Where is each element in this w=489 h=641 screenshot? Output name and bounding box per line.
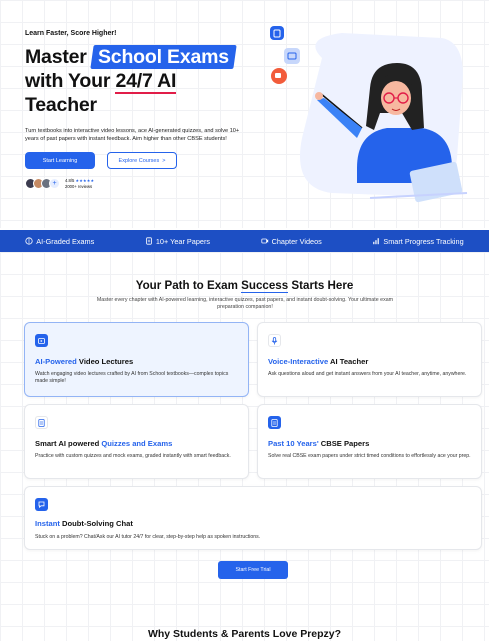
bar-chart-icon xyxy=(373,238,380,245)
path-section: Your Path to Exam Success Starts Here Ma… xyxy=(0,252,489,641)
avatar-plus: + xyxy=(49,178,60,189)
section-subtitle: Master every chapter with AI-powered lea… xyxy=(96,297,394,310)
feature-year-papers: 10+ Year Papers xyxy=(145,237,210,246)
hero-text: Learn Faster, Score Higher! Master Schoo… xyxy=(25,30,260,189)
card-title-rest: CBSE Papers xyxy=(318,439,370,448)
hero-title-part1: Master xyxy=(25,46,92,68)
card-title-rest: Video Lectures xyxy=(76,357,134,366)
card-title-highlight: Voice-Interactive xyxy=(268,357,329,366)
title-underlined: Success xyxy=(241,279,289,293)
card-title-rest: AI Teacher xyxy=(328,357,369,366)
chevron-right-icon: > xyxy=(162,157,166,164)
title-before: Your Path to Exam xyxy=(135,279,242,292)
title-after: Starts Here xyxy=(288,279,354,292)
document-icon xyxy=(146,237,152,245)
paper-icon xyxy=(268,416,281,429)
feature-chapter-videos: Chapter Videos xyxy=(261,237,322,246)
card-video-lectures[interactable]: AI-Powered Video Lectures Watch engaging… xyxy=(24,322,249,397)
explore-courses-label: Explore Courses xyxy=(118,157,160,164)
hero-title-highlight: School Exams xyxy=(90,45,237,69)
video-icon xyxy=(35,334,48,347)
card-title-rest: Doubt-Solving Chat xyxy=(59,519,133,528)
card-cbse-papers[interactable]: Past 10 Years' CBSE Papers Solve real CB… xyxy=(257,404,482,479)
feature-label: Chapter Videos xyxy=(271,236,322,246)
hero-cta-row: Start Learning Explore Courses > xyxy=(25,152,260,169)
chat-icon xyxy=(35,498,48,511)
start-free-trial-button[interactable]: Start Free Trial xyxy=(218,561,288,579)
feature-progress-tracking: Smart Progress Tracking xyxy=(372,236,464,246)
student-illustration xyxy=(270,26,468,203)
card-description: Solve real CBSE exam papers under strict… xyxy=(268,453,471,459)
hero-title: Master School Exams with Your 24/7 AI Te… xyxy=(25,45,260,117)
star-icon: ★★★★★ xyxy=(75,178,95,183)
hero-section: Learn Faster, Score Higher! Master Schoo… xyxy=(0,0,489,228)
feature-bar: AI-Graded Exams 10+ Year Papers Chapter … xyxy=(0,230,489,252)
rating-value: 4.8/5 xyxy=(65,178,75,183)
quiz-icon xyxy=(35,416,48,429)
card-voice-teacher[interactable]: Voice-Interactive AI Teacher Ask questio… xyxy=(257,322,482,397)
section-title: Your Path to Exam Success Starts Here xyxy=(0,279,489,293)
hero-title-part3: Teacher xyxy=(25,94,97,116)
card-title-highlight: Instant xyxy=(35,519,60,528)
card-title-rest: Smart AI powered xyxy=(35,439,102,448)
card-description: Practice with custom quizzes and mock ex… xyxy=(35,453,231,459)
card-doubt-chat[interactable]: Instant Doubt-Solving Chat Stuck on a pr… xyxy=(24,486,482,550)
card-title: AI-Powered Video Lectures xyxy=(35,357,133,366)
review-count: 2000+ reviews xyxy=(65,183,93,189)
brain-icon xyxy=(25,237,33,245)
card-title: Past 10 Years' CBSE Papers xyxy=(268,439,369,448)
document-icon xyxy=(270,26,284,40)
card-title: Instant Doubt-Solving Chat xyxy=(35,519,133,528)
video-icon xyxy=(261,238,268,244)
card-title-highlight: AI-Powered xyxy=(35,357,77,366)
explore-courses-button[interactable]: Explore Courses > xyxy=(107,152,177,169)
card-description: Ask questions aloud and get instant answ… xyxy=(268,371,467,377)
card-title-highlight: Quizzes and Exams xyxy=(101,439,173,448)
why-section-title: Why Students & Parents Love Prepzy? xyxy=(147,628,342,640)
card-description: Stuck on a problem? Chat/Ask our AI tuto… xyxy=(35,534,261,540)
card-title: Smart AI powered Quizzes and Exams xyxy=(35,439,172,448)
feature-label: AI-Graded Exams xyxy=(36,236,95,246)
card-title-highlight: Past 10 Years' xyxy=(268,439,319,448)
robot-icon xyxy=(284,48,300,64)
feature-label: 10+ Year Papers xyxy=(155,236,211,246)
card-quizzes-exams[interactable]: Smart AI powered Quizzes and Exams Pract… xyxy=(24,404,249,479)
feature-label: Smart Progress Tracking xyxy=(383,236,464,246)
social-proof: + 4.8/5 ★★★★★ 2000+ reviews xyxy=(25,178,260,189)
hero-title-underline: 24/7 AI xyxy=(115,70,177,94)
card-description: Watch engaging video lectures crafted by… xyxy=(35,371,229,384)
avatar-group: + xyxy=(25,178,60,189)
highlight-text: School Exams xyxy=(97,46,229,68)
feature-ai-graded-exams: AI-Graded Exams xyxy=(25,237,94,246)
microphone-icon xyxy=(268,334,281,347)
hero-tagline: Learn Faster, Score Higher! xyxy=(25,30,117,37)
card-title: Voice-Interactive AI Teacher xyxy=(268,357,368,366)
hero-title-part2: with Your xyxy=(25,70,116,92)
rating-block: 4.8/5 ★★★★★ 2000+ reviews xyxy=(65,178,94,189)
hero-description: Turn textbooks into interactive video le… xyxy=(25,128,240,142)
start-learning-button[interactable]: Start Learning xyxy=(25,152,95,169)
